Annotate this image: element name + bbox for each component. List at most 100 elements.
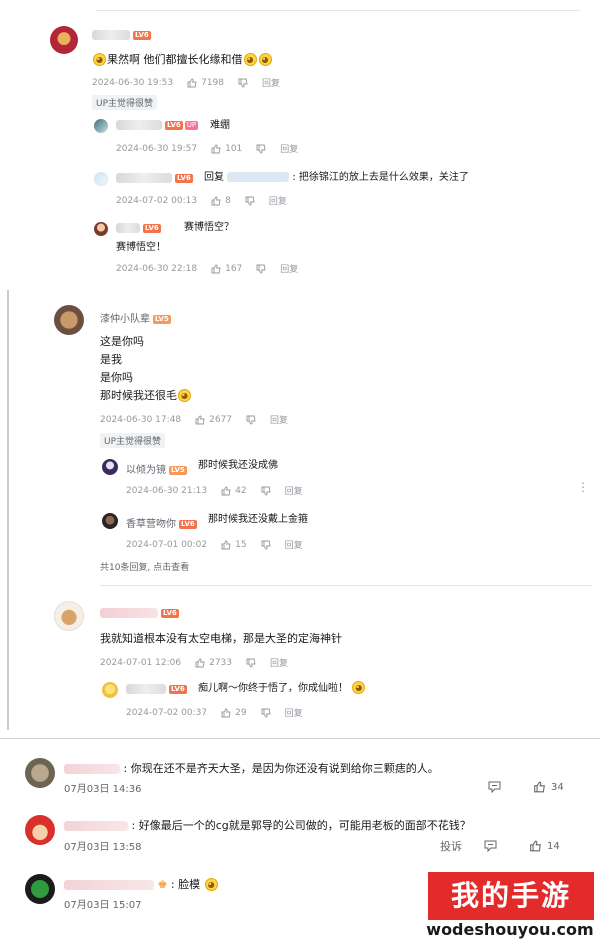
reply-button[interactable]: 回复	[270, 656, 288, 669]
reply-button[interactable]: 回复	[285, 706, 303, 719]
reply-meta: 2024-07-01 00:02 15 回复	[126, 538, 303, 552]
username[interactable]: LV6	[100, 608, 179, 619]
like-count: 167	[225, 263, 243, 274]
dislike-icon[interactable]	[246, 415, 256, 425]
reply-button[interactable]: 回复	[280, 142, 298, 155]
more-options-icon[interactable]: ⋮	[577, 480, 589, 494]
username[interactable]: 香草营吻你 LV6	[126, 515, 197, 530]
xbox-logo-icon	[31, 880, 49, 898]
like-icon[interactable]	[211, 264, 221, 274]
reply-text: 赛博悟空？	[184, 222, 234, 233]
up-badge: UP	[184, 120, 199, 130]
like-icon[interactable]	[533, 781, 546, 793]
reply-meta: 2024-07-02 00:37 29 回复	[126, 706, 303, 720]
comment-line: 这是你吗	[100, 335, 144, 348]
dislike-icon[interactable]	[256, 264, 266, 274]
username[interactable]: 漆仲小队辈 LV5	[100, 310, 171, 325]
avatar[interactable]	[102, 513, 118, 529]
like-icon[interactable]	[187, 78, 197, 88]
reply-button[interactable]: 回复	[269, 194, 287, 207]
comment-date: 2024-06-30 19:53	[92, 77, 174, 88]
avatar[interactable]	[25, 815, 55, 845]
comment-actions: 投诉 14	[440, 838, 560, 854]
level-badge: LV6	[133, 30, 151, 40]
username[interactable]: 以倾为镜 LV5	[126, 461, 187, 476]
level-badge: LV6	[165, 120, 183, 130]
like-count: 8	[225, 195, 231, 206]
avatar[interactable]	[94, 222, 108, 236]
like-icon[interactable]	[221, 540, 231, 550]
divider	[96, 10, 580, 11]
like-count: 29	[235, 707, 247, 718]
comment-line: 是你吗	[100, 371, 133, 384]
comment-icon[interactable]	[488, 781, 501, 793]
watermark-url: wodeshouyou.com	[426, 920, 594, 939]
like-count: 7198	[201, 77, 225, 88]
like-icon[interactable]	[221, 486, 231, 496]
comment-meta: 2024-06-30 17:48 2677 回复	[100, 413, 288, 427]
like-count: 2733	[209, 657, 233, 668]
emoji-icon: ◕	[178, 388, 191, 402]
dislike-icon[interactable]	[261, 540, 271, 550]
reply-button[interactable]: 回复	[270, 413, 288, 426]
username[interactable]: LV6	[116, 173, 193, 184]
dislike-icon[interactable]	[261, 486, 271, 496]
reply-button[interactable]: 回复	[285, 484, 303, 497]
dislike-icon[interactable]	[256, 144, 266, 154]
reply-text: 回复 : 把徐锦江的放上去是什么效果，关注了	[204, 172, 469, 183]
comment-meta: 2024-07-01 12:06 2733 回复	[100, 656, 288, 670]
like-icon[interactable]	[211, 144, 221, 154]
comment-text: 我就知道根本没有太空电梯，那是大圣的定海神针	[100, 632, 342, 645]
reply-button[interactable]: 回复	[285, 538, 303, 551]
avatar[interactable]	[54, 305, 84, 335]
like-icon[interactable]	[221, 708, 231, 718]
like-icon[interactable]	[211, 196, 221, 206]
watermark-logo: 我的手游	[428, 872, 594, 920]
like-icon[interactable]	[529, 840, 542, 852]
avatar[interactable]	[102, 459, 118, 475]
like-count: 42	[235, 485, 247, 496]
reply-text: 痴儿啊～你终于悟了，你成仙啦！ ◕	[198, 680, 366, 697]
comment-icon[interactable]	[484, 840, 497, 852]
emoji-icon: ◕	[258, 52, 272, 66]
avatar[interactable]	[102, 682, 118, 698]
like-count: 34	[551, 781, 564, 793]
avatar[interactable]	[50, 26, 78, 54]
reply-text-line2: 赛博悟空！	[116, 242, 166, 253]
emoji-icon: ◕	[93, 52, 106, 66]
dislike-icon[interactable]	[238, 78, 248, 88]
level-badge: LV5	[153, 314, 171, 324]
avatar[interactable]	[54, 601, 84, 631]
comment-meta: 2024-06-30 19:53 7198 回复	[92, 76, 280, 90]
avatar[interactable]	[25, 758, 55, 788]
comment-line: 那时候我还很毛 ◕	[100, 388, 192, 404]
report-button[interactable]: 投诉	[440, 838, 462, 854]
reply-date: 2024-06-30 22:18	[116, 263, 198, 274]
like-icon[interactable]	[195, 658, 205, 668]
username[interactable]: LV6	[116, 223, 161, 234]
divider	[0, 738, 600, 739]
username[interactable]: LV6	[126, 684, 187, 695]
comment-date: 2024-06-30 17:48	[100, 414, 182, 425]
avatar[interactable]	[94, 119, 108, 133]
avatar[interactable]	[94, 172, 108, 186]
reply-date: 2024-07-01 00:02	[126, 539, 208, 550]
reply-date: 2024-07-02 00:13	[116, 195, 198, 206]
level-badge: LV5	[169, 465, 187, 475]
dislike-icon[interactable]	[245, 196, 255, 206]
view-more-replies[interactable]: 共10条回复, 点击查看	[100, 560, 189, 573]
username[interactable]: LV6 UP	[116, 120, 199, 131]
like-icon[interactable]	[195, 415, 205, 425]
up-liked-tag: UP主觉得很赞	[100, 433, 166, 448]
dislike-icon[interactable]	[261, 708, 271, 718]
reply-text: 那时候我还没成佛	[198, 460, 278, 471]
dislike-icon[interactable]	[246, 658, 256, 668]
mention-user[interactable]	[227, 172, 290, 182]
reply-meta: 2024-06-30 19:57 101 回复	[116, 142, 298, 156]
reply-button[interactable]: 回复	[280, 262, 298, 275]
username[interactable]: LV6	[92, 30, 151, 41]
reply-button[interactable]: 回复	[262, 76, 280, 89]
reply-meta: 2024-06-30 21:13 42 回复	[126, 484, 303, 498]
like-count: 101	[225, 143, 243, 154]
emoji-icon: ◕	[352, 680, 366, 694]
